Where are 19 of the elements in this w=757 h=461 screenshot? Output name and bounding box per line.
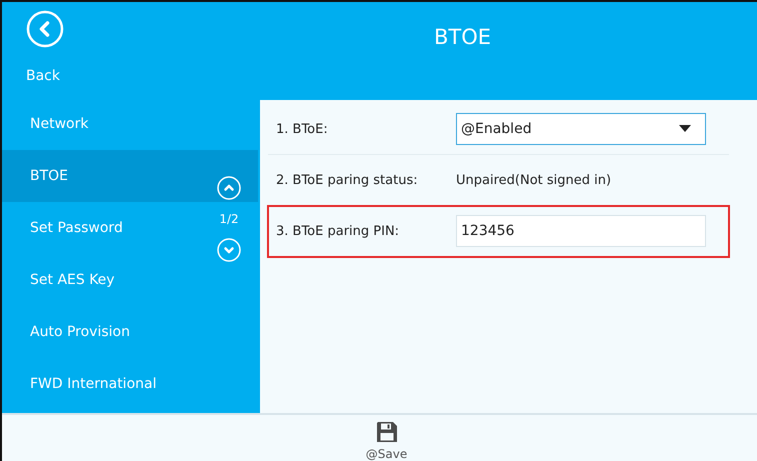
sidebar-item[interactable]: Set Password bbox=[30, 220, 123, 236]
screen-title: BTOE bbox=[432, 24, 492, 51]
page-indicator: 1/2 bbox=[219, 212, 239, 226]
setting-label: 1. BToE: bbox=[276, 122, 329, 136]
sidebar-item[interactable]: Network bbox=[30, 116, 88, 132]
setting-label: 2. BToE paring status: bbox=[276, 172, 419, 188]
setting-value: Unpaired(Not signed in) bbox=[456, 172, 612, 188]
sidebar-item[interactable]: Auto Provision bbox=[30, 324, 130, 340]
sidebar-item[interactable]: FWD International bbox=[30, 376, 156, 392]
setting-label: 3. BToE paring PIN: bbox=[276, 224, 400, 238]
sidebar-item[interactable]: Set AES Key bbox=[30, 272, 115, 288]
pin-input-field[interactable]: 123456 bbox=[456, 215, 706, 247]
save-button[interactable]: @Save bbox=[366, 415, 408, 461]
scroll-down-icon[interactable] bbox=[217, 238, 241, 262]
scroll-up-icon[interactable] bbox=[217, 176, 241, 200]
sidebar-item[interactable]: BTOE bbox=[30, 168, 68, 184]
caret-icon bbox=[679, 125, 691, 133]
back-button[interactable]: Back bbox=[2, 2, 258, 98]
dropdown-field[interactable]: @Enabled bbox=[456, 113, 706, 145]
